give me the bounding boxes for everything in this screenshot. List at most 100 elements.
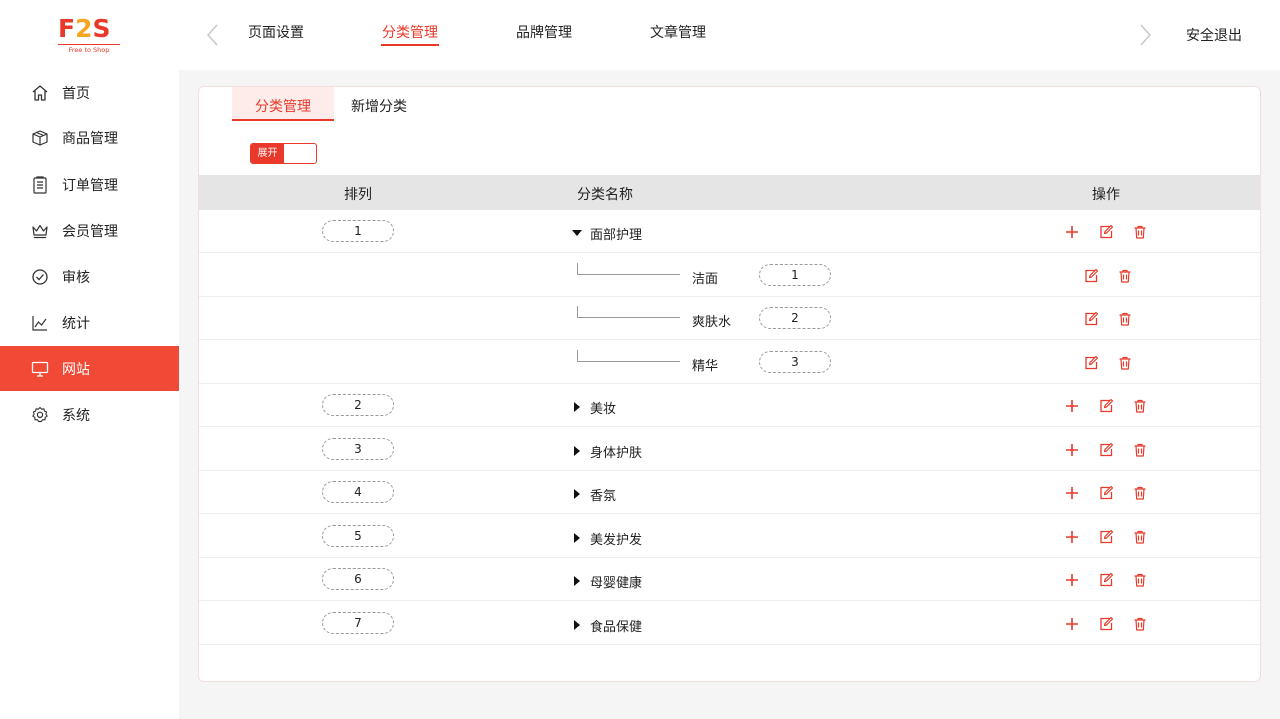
sidebar-item-label: 商品管理 <box>62 130 118 147</box>
caret-down-icon[interactable] <box>572 226 582 236</box>
table-header: 排列 分类名称 操作 <box>199 175 1260 210</box>
line-chart-icon <box>31 314 49 332</box>
table-row-child: 精华 3 <box>199 341 1260 384</box>
add-subcategory-button[interactable] <box>1064 485 1080 501</box>
delete-button[interactable] <box>1132 616 1148 632</box>
caret-right-icon[interactable] <box>572 618 582 630</box>
delete-button[interactable] <box>1117 268 1133 284</box>
edit-button[interactable] <box>1083 268 1099 284</box>
edit-button[interactable] <box>1098 572 1114 588</box>
edit-button[interactable] <box>1098 616 1114 632</box>
table-row: 1 面部护理 <box>199 210 1260 253</box>
add-subcategory-button[interactable] <box>1064 529 1080 545</box>
top-nav-label: 品牌管理 <box>516 25 572 41</box>
edit-button[interactable] <box>1083 311 1099 327</box>
edit-button[interactable] <box>1098 224 1114 240</box>
edit-button[interactable] <box>1083 355 1099 371</box>
order-input[interactable]: 4 <box>322 481 394 503</box>
subcategory-name: 爽肤水 <box>692 315 732 330</box>
subcategory-order-input[interactable]: 2 <box>759 307 831 329</box>
delete-button[interactable] <box>1132 224 1148 240</box>
table-row-child: 爽肤水 2 <box>199 297 1260 340</box>
edit-button[interactable] <box>1098 398 1114 414</box>
top-nav-label: 文章管理 <box>650 25 706 41</box>
sidebar-item-5[interactable]: 统计 <box>0 300 179 345</box>
logo[interactable]: F 2 S Free to Shop <box>58 16 124 56</box>
delete-button[interactable] <box>1132 572 1148 588</box>
subcategory-name: 洁面 <box>692 272 719 287</box>
caret-right-icon[interactable] <box>572 487 582 499</box>
top-nav-item-2[interactable]: 品牌管理 <box>516 0 572 70</box>
sidebar-item-label: 首页 <box>62 85 90 102</box>
subcategory-name: 精华 <box>692 359 719 374</box>
add-subcategory-button[interactable] <box>1064 398 1080 414</box>
sidebar-item-7[interactable]: 系统 <box>0 392 179 437</box>
caret-right-icon[interactable] <box>572 444 582 456</box>
table-row: 6 母婴健康 <box>199 558 1260 601</box>
caret-right-icon[interactable] <box>572 400 582 412</box>
delete-button[interactable] <box>1132 529 1148 545</box>
add-subcategory-button[interactable] <box>1064 224 1080 240</box>
top-nav-item-3[interactable]: 文章管理 <box>650 0 706 70</box>
delete-button[interactable] <box>1132 398 1148 414</box>
sidebar-item-4[interactable]: 审核 <box>0 254 179 299</box>
subtab-label: 分类管理 <box>255 99 311 115</box>
column-header-name: 分类名称 <box>577 187 633 203</box>
sidebar-item-2[interactable]: 订单管理 <box>0 162 179 207</box>
tree-connector <box>577 350 680 362</box>
category-name: 美发护发 <box>590 533 643 548</box>
subtab-1[interactable]: 新增分类 <box>334 87 424 121</box>
logout-button[interactable]: 安全退出 <box>1186 25 1242 45</box>
subtab-0[interactable]: 分类管理 <box>232 87 334 121</box>
order-input[interactable]: 5 <box>322 525 394 547</box>
order-input[interactable]: 6 <box>322 568 394 590</box>
nav-prev-chevron-icon[interactable] <box>203 22 223 48</box>
sidebar-item-label: 网站 <box>62 361 90 378</box>
sidebar-item-label: 统计 <box>62 315 90 332</box>
top-nav-item-0[interactable]: 页面设置 <box>248 0 304 70</box>
subcategory-order-input[interactable]: 3 <box>759 351 831 373</box>
category-name: 食品保健 <box>590 620 643 635</box>
box-icon <box>31 129 49 147</box>
caret-right-icon[interactable] <box>572 531 582 543</box>
category-name: 美妆 <box>590 402 617 417</box>
subcategory-order-input[interactable]: 1 <box>759 264 831 286</box>
table-row: 5 美发护发 <box>199 515 1260 558</box>
top-nav-label: 页面设置 <box>248 25 304 41</box>
table-row: 3 身体护肤 <box>199 428 1260 471</box>
delete-button[interactable] <box>1132 442 1148 458</box>
sidebar-item-0[interactable]: 首页 <box>0 70 179 115</box>
delete-button[interactable] <box>1132 485 1148 501</box>
expand-toggle[interactable]: 展开 <box>250 143 317 164</box>
sidebar-item-1[interactable]: 商品管理 <box>0 115 179 160</box>
top-nav-item-1[interactable]: 分类管理 <box>381 0 439 70</box>
caret-right-icon[interactable] <box>572 574 582 586</box>
table-row-child: 洁面 1 <box>199 254 1260 297</box>
sidebar-item-label: 会员管理 <box>62 223 118 240</box>
add-subcategory-button[interactable] <box>1064 572 1080 588</box>
logo-tagline: Free to Shop <box>68 46 110 54</box>
subtab-label: 新增分类 <box>351 99 407 115</box>
sidebar-item-3[interactable]: 会员管理 <box>0 208 179 253</box>
clipboard-icon <box>31 175 49 194</box>
add-subcategory-button[interactable] <box>1064 442 1080 458</box>
delete-button[interactable] <box>1117 355 1133 371</box>
order-input[interactable]: 7 <box>322 612 394 634</box>
nav-next-chevron-icon[interactable] <box>1135 22 1155 48</box>
order-input[interactable]: 3 <box>322 438 394 460</box>
edit-button[interactable] <box>1098 442 1114 458</box>
order-input[interactable]: 1 <box>322 220 394 242</box>
delete-button[interactable] <box>1117 311 1133 327</box>
top-nav-label: 分类管理 <box>382 25 438 41</box>
logo-digit-2: 2 <box>75 14 92 43</box>
edit-button[interactable] <box>1098 529 1114 545</box>
order-input[interactable]: 2 <box>322 394 394 416</box>
sidebar-item-6[interactable]: 网站 <box>0 346 179 391</box>
column-header-actions: 操作 <box>1092 187 1120 203</box>
category-name: 母婴健康 <box>590 576 643 591</box>
edit-button[interactable] <box>1098 485 1114 501</box>
top-nav: 页面设置 分类管理 品牌管理 文章管理 <box>248 0 784 70</box>
tree-connector <box>577 263 680 275</box>
add-subcategory-button[interactable] <box>1064 616 1080 632</box>
top-header: F 2 S Free to Shop 页面设置 分类管理 品牌管理 文章管理 安全退出 <box>0 0 1280 70</box>
